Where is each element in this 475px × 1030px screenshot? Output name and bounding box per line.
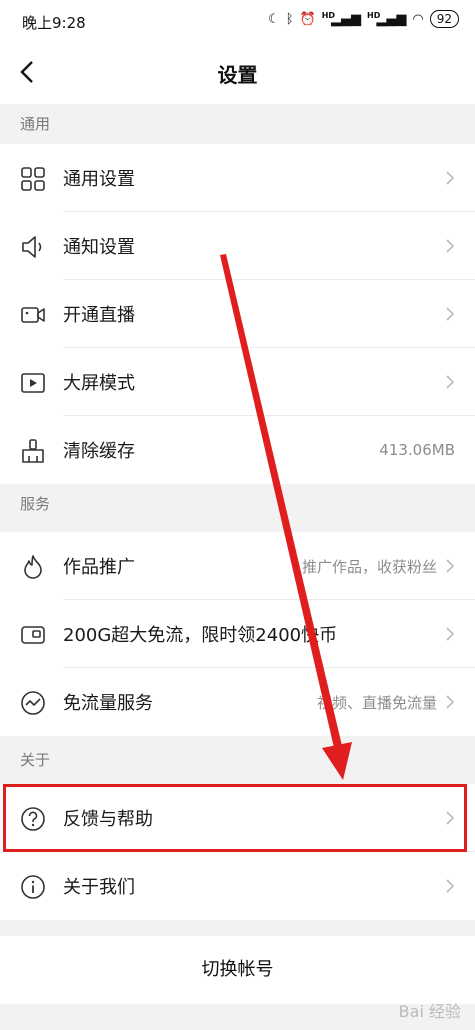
- annotation-arrow: [220, 254, 352, 780]
- watermark: Bai 经验: [398, 1002, 461, 1021]
